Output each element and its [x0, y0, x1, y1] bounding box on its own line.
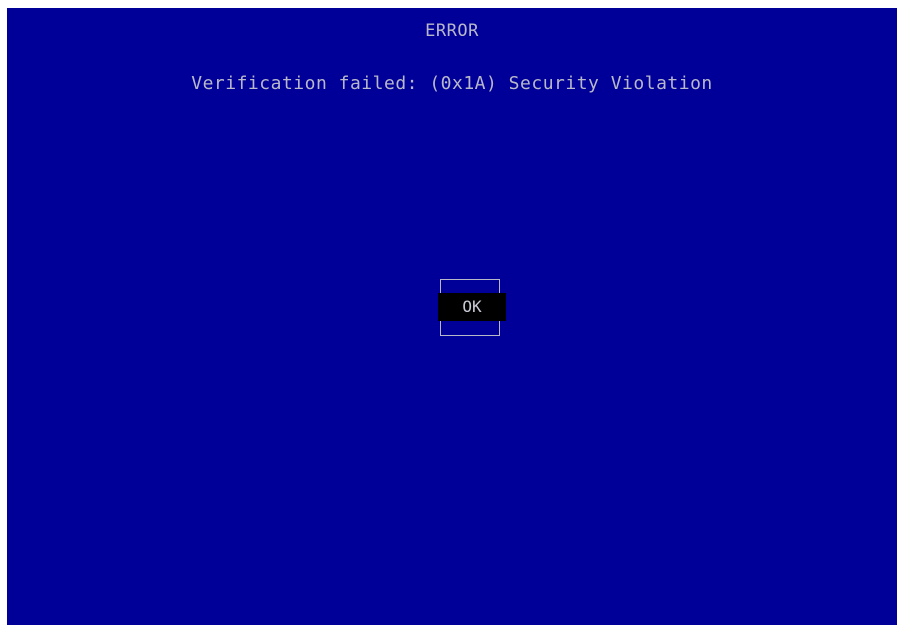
dialog-title: ERROR	[425, 21, 479, 41]
error-message: Verification failed: (0x1A) Security Vio…	[191, 73, 713, 94]
error-screen: ERROR Verification failed: (0x1A) Securi…	[7, 8, 897, 625]
ok-button[interactable]: OK	[438, 293, 506, 321]
outer-frame: ERROR Verification failed: (0x1A) Securi…	[0, 0, 904, 628]
